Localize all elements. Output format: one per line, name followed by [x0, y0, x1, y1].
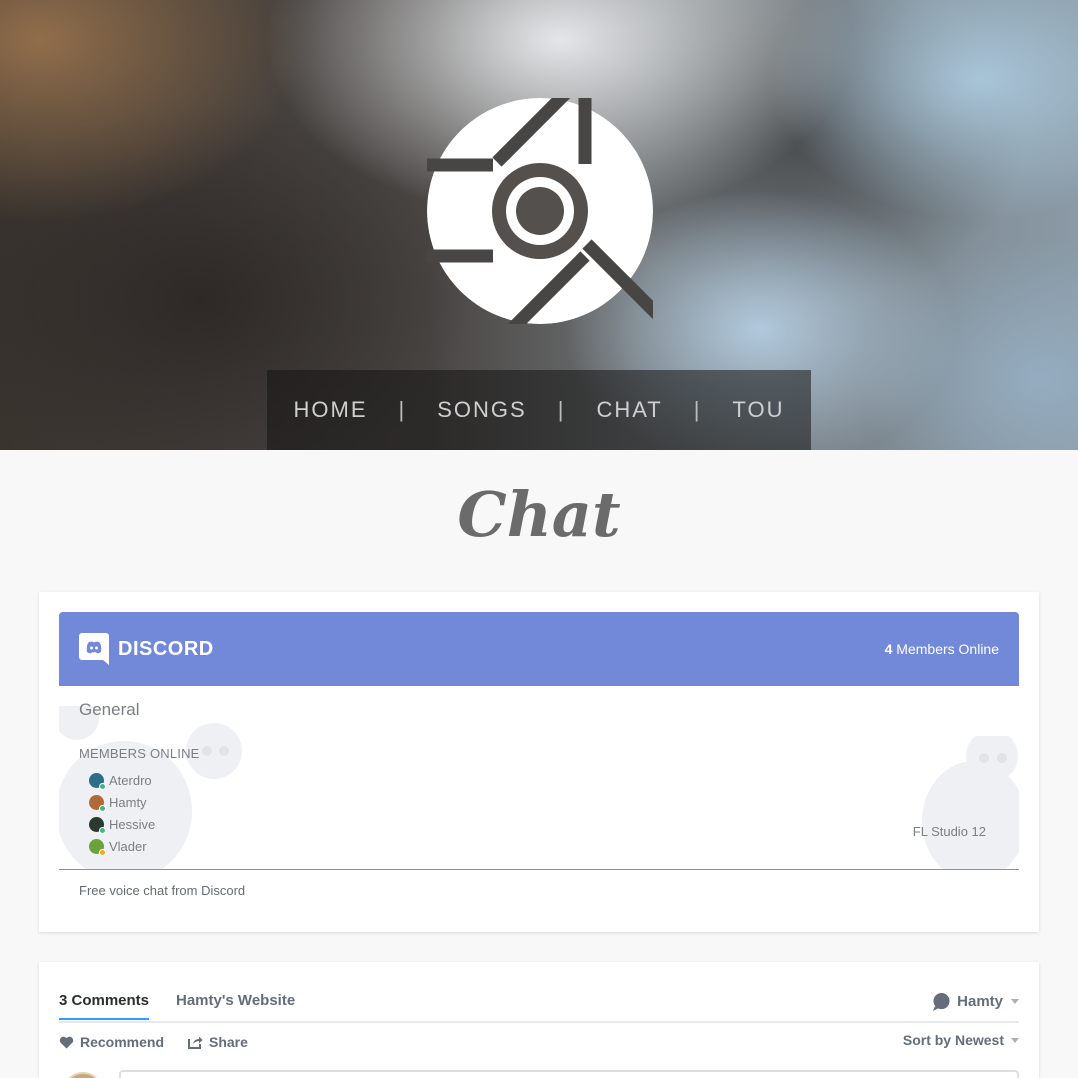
member-name: Aterdro — [109, 772, 152, 788]
nav-home[interactable]: HOME — [294, 397, 368, 423]
recommend-label: Recommend — [80, 1034, 165, 1050]
members-online-count: 4 Members Online — [885, 641, 999, 657]
member-name: Vlader — [109, 838, 147, 854]
share-button[interactable]: Share — [188, 1034, 248, 1050]
avatar — [89, 794, 106, 812]
nav-tou[interactable]: TOU — [732, 397, 784, 423]
nav-separator: | — [557, 397, 566, 422]
member-name: Hamty — [109, 794, 147, 810]
user-name: Hamty — [957, 993, 1003, 1010]
member-item[interactable]: Aterdro — [89, 771, 152, 790]
online-count-number: 4 — [884, 641, 893, 657]
status-dot — [99, 848, 106, 856]
members-online-heading: MEMBERS ONLINE — [79, 746, 200, 761]
avatar — [89, 772, 106, 790]
status-dot — [99, 826, 106, 834]
aperture-logo-icon — [427, 98, 653, 324]
recommend-button[interactable]: Recommend — [59, 1034, 164, 1050]
divider — [59, 869, 1019, 870]
member-item[interactable]: Hamty — [89, 793, 147, 812]
main-nav: HOME | SONGS | CHAT | TOU — [267, 370, 811, 450]
discord-widget: DISCORD 4 Members Online General MEMBERS… — [39, 592, 1039, 932]
tab-site[interactable]: Hamty's Website — [176, 992, 295, 1009]
comment-actions: Recommend Share Sort by Newest — [59, 1032, 1019, 1054]
hero-banner: HOME | SONGS | CHAT | TOU — [0, 0, 1078, 450]
discord-body: General MEMBERS ONLINE Aterdro Hamty Hes… — [59, 686, 1019, 870]
avatar — [89, 816, 106, 834]
avatar — [89, 838, 106, 856]
chevron-down-icon — [1011, 999, 1019, 1004]
comment-input[interactable] — [119, 1070, 1019, 1078]
member-name: Hessive — [109, 816, 156, 832]
user-avatar-icon — [933, 992, 950, 1011]
member-game: FL Studio 12 — [912, 824, 986, 839]
online-count-label: Members Online — [896, 641, 999, 657]
comments-widget: 3 Comments Hamty's Website Hamty Recomme… — [39, 962, 1039, 1078]
share-label: Share — [209, 1034, 248, 1050]
page-title: Chat — [457, 478, 621, 551]
discord-footer-link[interactable]: Free voice chat from Discord — [79, 883, 245, 898]
avatar — [63, 1072, 103, 1078]
sort-label: Sort by Newest — [902, 1032, 1004, 1048]
discord-header: DISCORD 4 Members Online — [59, 612, 1019, 686]
discord-watermark-icon — [922, 736, 1019, 870]
discord-brand[interactable]: DISCORD — [79, 633, 214, 665]
tab-comments-count[interactable]: 3 Comments — [59, 992, 150, 1020]
discord-logo-icon — [79, 633, 109, 665]
chevron-down-icon — [1011, 1037, 1019, 1043]
discord-wordmark: DISCORD — [118, 637, 214, 660]
share-icon — [188, 1036, 203, 1049]
nav-separator: | — [398, 397, 407, 422]
status-dot — [99, 804, 106, 812]
sort-dropdown[interactable]: Sort by Newest — [903, 1032, 1019, 1048]
nav-chat[interactable]: CHAT — [596, 397, 662, 423]
comments-tabs: 3 Comments Hamty's Website Hamty — [59, 992, 1019, 1023]
heart-icon — [59, 1036, 74, 1049]
status-dot — [99, 782, 106, 790]
member-item[interactable]: Vlader — [89, 837, 147, 856]
channel-name: General — [79, 700, 140, 719]
user-menu[interactable]: Hamty — [932, 992, 1019, 1011]
member-item[interactable]: Hessive — [89, 815, 156, 834]
nav-songs[interactable]: SONGS — [437, 397, 526, 423]
nav-separator: | — [693, 397, 702, 422]
discord-watermark-icon — [59, 706, 242, 870]
